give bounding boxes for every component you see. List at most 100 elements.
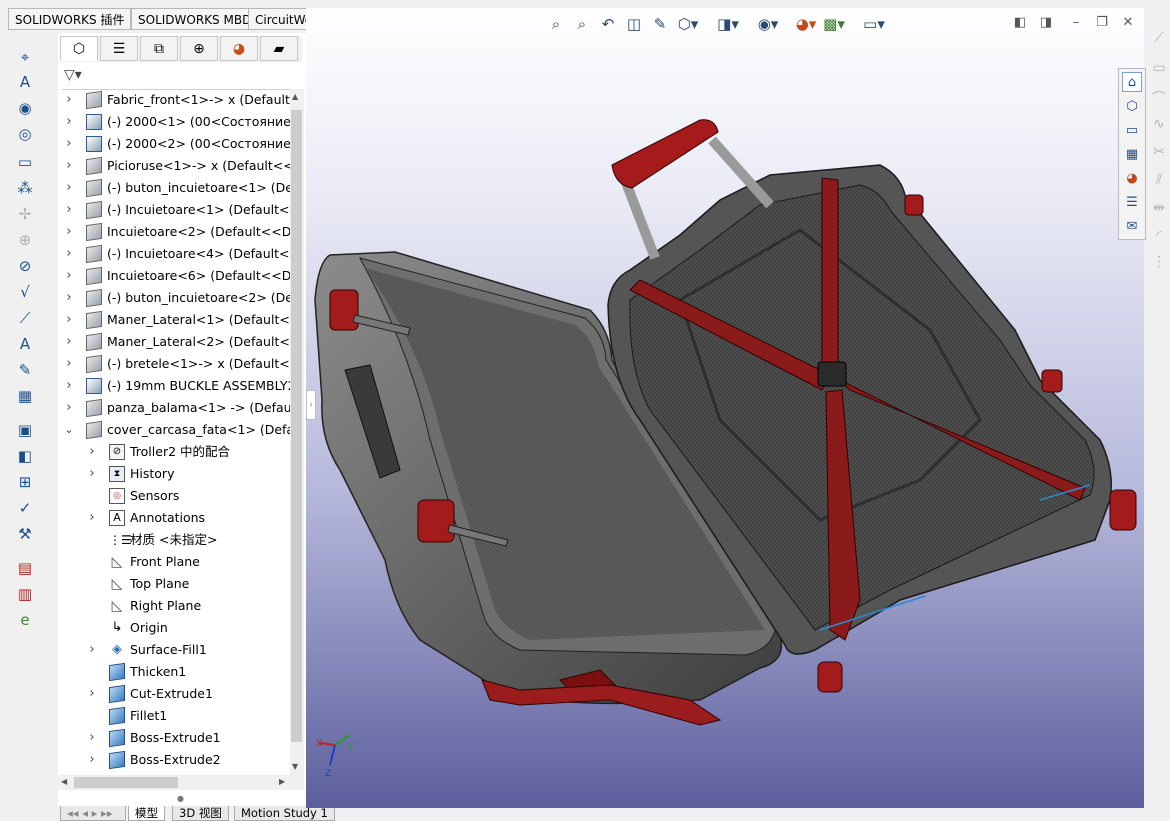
geometric-tolerance-icon[interactable]: ⊘ xyxy=(12,255,38,277)
tab-solidworks-addins[interactable]: SOLIDWORKS 插件 xyxy=(8,8,132,30)
previous-view-icon[interactable]: ↶ xyxy=(597,13,619,35)
rectangle-icon[interactable]: ▭ xyxy=(1150,60,1168,80)
edrawings-icon[interactable]: e xyxy=(12,609,38,631)
scroll-up-arrow[interactable]: ▲ xyxy=(292,92,298,101)
home-icon[interactable]: ⌂ xyxy=(1122,72,1142,92)
design-library-icon[interactable]: ⬡ xyxy=(1122,96,1142,116)
fillet-icon[interactable]: ◜ xyxy=(1150,228,1168,248)
tree-filter[interactable]: ▽▾ xyxy=(62,63,300,90)
minimize-icon[interactable]: – xyxy=(1066,13,1086,33)
property-manager-icon[interactable]: ☰ xyxy=(100,36,138,61)
zoom-to-fit-icon[interactable]: ⌕ xyxy=(545,13,567,35)
expand-arrow-icon[interactable]: › xyxy=(64,397,74,419)
display-manager-icon[interactable]: ◕ xyxy=(220,36,258,61)
expand-arrow-icon[interactable]: › xyxy=(64,177,74,199)
3d-pdf-template-icon[interactable]: ▥ xyxy=(12,583,38,605)
view-palette-icon[interactable]: ▦ xyxy=(1122,144,1142,164)
expand-arrow-icon[interactable]: › xyxy=(64,265,74,287)
zoom-area-icon[interactable]: ⌕ xyxy=(571,13,593,35)
section-view-icon[interactable]: ◫ xyxy=(623,13,645,35)
tab-motion-study[interactable]: Motion Study 1 xyxy=(234,806,335,821)
tab-solidworks-mbd[interactable]: SOLIDWORKS MBD xyxy=(131,8,259,30)
annotation-view-icon[interactable]: ◧ xyxy=(12,445,38,467)
display-style-icon[interactable]: ◨▾ xyxy=(717,13,739,35)
scroll-right-arrow[interactable]: ▶ xyxy=(279,777,285,786)
expand-arrow-icon[interactable]: › xyxy=(87,441,97,463)
trim-icon[interactable]: ✂ xyxy=(1150,144,1168,164)
pattern-icon[interactable]: ⋮ xyxy=(1150,254,1168,274)
3d-pdf-icon[interactable]: ▤ xyxy=(12,557,38,579)
expand-arrow-icon[interactable]: › xyxy=(64,309,74,331)
expand-arrow-icon[interactable]: › xyxy=(87,639,97,661)
panel-collapse-handle[interactable]: ‹ xyxy=(306,390,316,420)
collapse-arrow-icon[interactable]: ⌄ xyxy=(64,419,74,441)
expand-arrow-icon[interactable]: › xyxy=(87,463,97,485)
weld-symbol-icon[interactable]: ✢ xyxy=(12,203,38,225)
datum-target-icon[interactable]: ⟋ xyxy=(12,307,38,329)
expand-arrow-icon[interactable]: › xyxy=(64,155,74,177)
window-prev-icon[interactable]: ◧ xyxy=(1010,13,1030,33)
restore-icon[interactable]: ❐ xyxy=(1092,13,1112,33)
graphics-area[interactable]: Y X Z xyxy=(306,8,1144,808)
view-orientation-icon[interactable]: ⬡▾ xyxy=(677,13,699,35)
custom-properties-icon[interactable]: ☰ xyxy=(1122,192,1142,212)
annotation-text-icon[interactable]: A xyxy=(12,333,38,355)
spline-icon[interactable]: ∿ xyxy=(1150,116,1168,136)
tolerance-status-icon[interactable]: ✓ xyxy=(12,497,38,519)
scroll-down-arrow[interactable]: ▼ xyxy=(292,762,298,771)
note-icon[interactable]: A xyxy=(12,71,38,93)
forum-icon[interactable]: ✉ xyxy=(1122,216,1142,236)
tab-model[interactable]: 模型 xyxy=(128,806,165,821)
3d-view-icon[interactable]: ▣ xyxy=(12,419,38,441)
offset-icon[interactable]: ⫽ xyxy=(1150,172,1168,192)
configuration-manager-icon[interactable]: ⧉ xyxy=(140,36,178,61)
dynamic-annotation-icon[interactable]: ✎ xyxy=(649,13,671,35)
expand-arrow-icon[interactable]: › xyxy=(64,375,74,397)
splitter-handle[interactable]: ● xyxy=(177,794,184,803)
expand-arrow-icon[interactable]: › xyxy=(64,89,74,111)
window-next-icon[interactable]: ◨ xyxy=(1036,13,1056,33)
hole-callout-icon[interactable]: ⊕ xyxy=(12,229,38,251)
expand-arrow-icon[interactable]: › xyxy=(87,727,97,749)
expand-arrow-icon[interactable]: › xyxy=(87,683,97,705)
auto-balloon-icon[interactable]: ◎ xyxy=(12,123,38,145)
tree-vertical-scroll-thumb[interactable] xyxy=(291,110,302,742)
expand-arrow-icon[interactable]: › xyxy=(64,133,74,155)
dimxpert-manager-icon[interactable]: ⊕ xyxy=(180,36,218,61)
appearances-icon[interactable]: ◕ xyxy=(1122,168,1142,188)
expand-arrow-icon[interactable]: › xyxy=(64,243,74,265)
feature-manager-icon[interactable]: ⬡ xyxy=(60,36,98,61)
arc-icon[interactable]: ⌒ xyxy=(1150,88,1168,108)
tab-3d-view[interactable]: 3D 视图 xyxy=(172,806,229,821)
revision-symbol-icon[interactable]: ✎ xyxy=(12,359,38,381)
table-icon[interactable]: ▦ xyxy=(12,385,38,407)
expand-arrow-icon[interactable]: › xyxy=(64,111,74,133)
expand-arrow-icon[interactable]: › xyxy=(87,507,97,529)
expand-arrow-icon[interactable]: › xyxy=(64,287,74,309)
view-settings-icon[interactable]: ▭▾ xyxy=(863,13,885,35)
filter-icon[interactable]: ▽▾ xyxy=(64,67,82,83)
datum-feature-icon[interactable]: √ xyxy=(12,281,38,303)
file-explorer-icon[interactable]: ▭ xyxy=(1122,120,1142,140)
smart-dimension-icon[interactable]: ⌖ xyxy=(12,46,38,68)
cam-icon[interactable]: ▰ xyxy=(260,36,298,61)
publish-icon[interactable]: ⚒ xyxy=(12,523,38,545)
suitcase-model[interactable]: Y X Z xyxy=(306,8,1144,808)
mirror-icon[interactable]: ⇹ xyxy=(1150,200,1168,220)
tab-nav-arrows[interactable]: ◂◂ ◂ ▸ ▸▸ xyxy=(60,806,126,821)
balloon-icon[interactable]: ◉ xyxy=(12,97,38,119)
expand-arrow-icon[interactable]: › xyxy=(64,353,74,375)
expand-arrow-icon[interactable]: › xyxy=(64,331,74,353)
expand-arrow-icon[interactable]: › xyxy=(64,199,74,221)
hide-show-icon[interactable]: ◉▾ xyxy=(757,13,779,35)
expand-arrow-icon[interactable]: › xyxy=(64,221,74,243)
tree-horizontal-scroll-thumb[interactable] xyxy=(74,777,178,788)
apply-scene-icon[interactable]: ▩▾ xyxy=(823,13,845,35)
edit-appearance-icon[interactable]: ◕▾ xyxy=(795,13,817,35)
magnetic-line-icon[interactable]: ▭ xyxy=(12,151,38,173)
line-icon[interactable]: ⟋ xyxy=(1150,30,1168,50)
expand-arrow-icon[interactable]: › xyxy=(87,749,97,771)
close-icon[interactable]: ✕ xyxy=(1118,13,1138,33)
surface-finish-icon[interactable]: ⁂ xyxy=(12,177,38,199)
dimxpert-icon[interactable]: ⊞ xyxy=(12,471,38,493)
